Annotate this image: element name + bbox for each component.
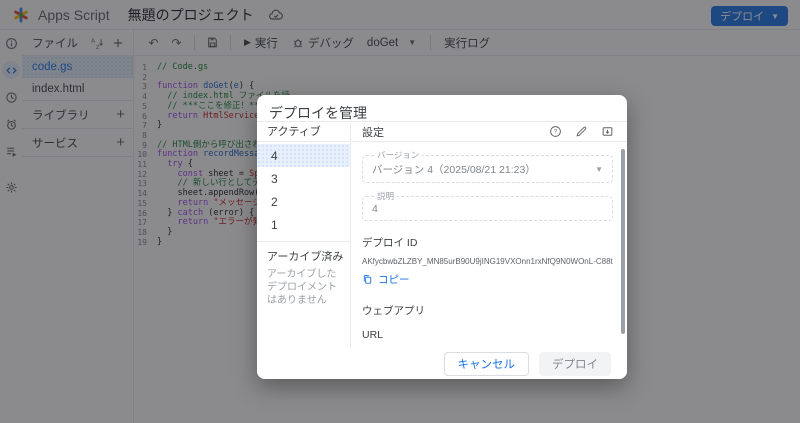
help-icon[interactable]: ? [549, 125, 563, 139]
settings-header-row: 設定 ? [352, 123, 627, 142]
description-value: 4 [372, 203, 378, 215]
dialog-title: デプロイを管理 [257, 95, 627, 122]
settings-header-label: 設定 [362, 127, 384, 139]
chevron-down-icon: ▼ [595, 165, 603, 174]
copy-deploy-id-button[interactable]: コピー [362, 272, 613, 287]
active-header: アクティブ [257, 123, 350, 142]
svg-text:?: ? [554, 130, 558, 136]
description-label: 説明 [377, 191, 395, 201]
copy-label: コピー [378, 274, 410, 286]
archived-header: アーカイブ済み [257, 241, 350, 268]
deploy-button-disabled[interactable]: デプロイ [539, 351, 611, 376]
apps-script-ide: Apps Script 無題のプロジェクト デプロイ ▼ ファイル A Z co… [0, 0, 800, 423]
webapp-label: ウェブアプリ [362, 305, 425, 317]
deployment-item-2[interactable]: 2 [257, 190, 350, 213]
deployments-list-column: アクティブ 4321 アーカイブ済み アーカイブしたデプロイメントはありません [257, 123, 351, 379]
deployment-item-1[interactable]: 1 [257, 213, 350, 236]
cancel-button[interactable]: キャンセル [443, 351, 529, 376]
deploy-id-label: デプロイ ID [362, 237, 418, 249]
archived-empty-text: アーカイブしたデプロイメントはありません [267, 269, 337, 306]
archive-icon[interactable] [601, 125, 615, 139]
description-field[interactable]: 説明 4 [362, 190, 613, 221]
version-field[interactable]: バージョン バージョン 4（2025/08/21 21:23） ▼ [362, 149, 613, 183]
url-label: URL [362, 329, 384, 341]
deployment-item-3[interactable]: 3 [257, 167, 350, 190]
deployment-item-4[interactable]: 4 [257, 144, 350, 167]
dialog-footer: キャンセル デプロイ [257, 348, 627, 379]
scrollbar-thumb[interactable] [621, 149, 625, 334]
deploy-id-value: AKfycbwbZLZBY_MN85urB90U9jING19VXOnn1rxN… [362, 257, 613, 266]
copy-icon [363, 275, 372, 284]
version-label: バージョン [377, 150, 420, 160]
edit-icon[interactable] [575, 125, 589, 139]
settings-column: 設定 ? バージョン バージョン 4（2025/08/21 21:23） ▼ 説… [352, 123, 627, 379]
manage-deployments-dialog: デプロイを管理 アクティブ 4321 アーカイブ済み アーカイブしたデプロイメン… [257, 95, 627, 379]
settings-scroll-area: バージョン バージョン 4（2025/08/21 21:23） ▼ 説明 4 デ… [352, 143, 627, 348]
version-value: バージョン 4（2025/08/21 21:23） [372, 164, 536, 176]
